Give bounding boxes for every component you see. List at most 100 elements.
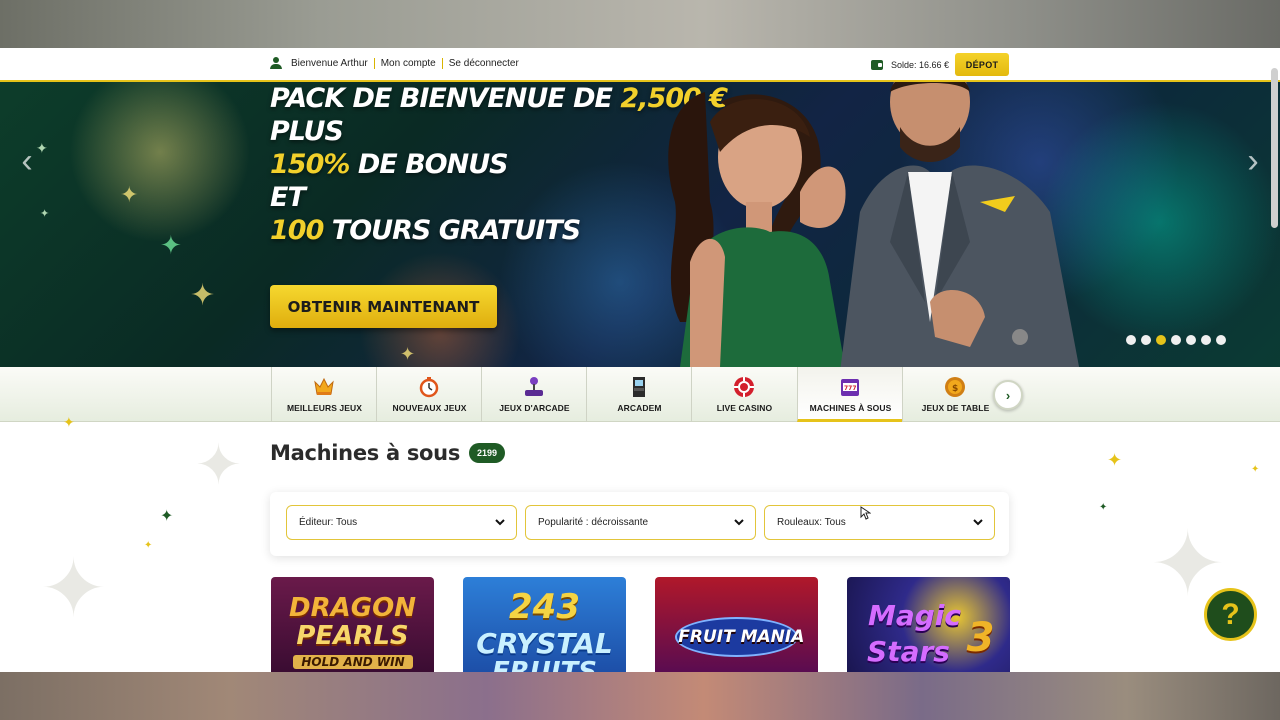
coin-icon: $ <box>945 377 965 397</box>
deposit-button[interactable]: DÉPOT <box>955 53 1010 76</box>
game-title-line3: HOLD AND WIN <box>293 655 413 669</box>
video-letterbox-bottom <box>0 672 1280 720</box>
game-title-line1: 243 <box>509 587 580 627</box>
banner-prev-arrow[interactable]: ‹ <box>14 144 40 178</box>
category-label: LIVE CASINO <box>716 403 773 413</box>
reels-select-value: Rouleaux: Tous <box>777 517 846 528</box>
chevron-down-icon <box>495 519 505 526</box>
category-label: MACHINES À SOUS <box>809 403 892 413</box>
promo-banner[interactable]: ✦ ✦ ✦ ✦ ✦ ✦ ‹ › PACK DE BIENVENUE DE 2,5… <box>0 82 1280 367</box>
category-arcade-games[interactable]: JEUX D'ARCADE <box>481 367 586 422</box>
stopwatch-icon <box>419 377 439 398</box>
category-label: NOUVEAUX JEUX <box>392 403 467 413</box>
chevron-down-icon <box>973 519 983 526</box>
publisher-select[interactable]: Éditeur: Tous <box>286 505 517 540</box>
svg-text:777: 777 <box>844 385 857 392</box>
mouse-cursor-icon <box>860 506 871 520</box>
banner-next-arrow[interactable]: › <box>1240 144 1266 178</box>
divider <box>373 57 375 69</box>
poker-chip-icon <box>734 377 754 397</box>
game-tile-magic-stars-3[interactable]: Magic Stars 3 <box>847 577 1010 672</box>
category-slots[interactable]: 777 MACHINES À SOUS <box>797 367 902 422</box>
slide-dot[interactable] <box>1141 335 1151 345</box>
balance-text: Solde: 16.66 € <box>891 59 950 70</box>
game-title-line2: PEARLS <box>296 621 409 651</box>
logout-link[interactable]: Se déconnecter <box>449 58 519 69</box>
sparkle-icon: ✦ <box>400 344 416 364</box>
user-links: Bienvenue Arthur Mon compte Se déconnect… <box>270 57 519 69</box>
category-label: JEUX D'ARCADE <box>499 403 570 413</box>
account-link[interactable]: Mon compte <box>381 58 436 69</box>
publisher-select-value: Éditeur: Tous <box>299 517 358 528</box>
sparkle-icon: ✦ <box>160 230 182 260</box>
category-new-games[interactable]: NOUVEAUX JEUX <box>376 367 481 422</box>
slide-dot[interactable] <box>1126 335 1136 345</box>
section-header: Machines à sous 2199 <box>270 441 506 465</box>
background-star-icon: ✦ <box>40 544 108 633</box>
section-title: Machines à sous <box>270 441 461 465</box>
slide-dot[interactable] <box>1216 335 1226 345</box>
claim-now-button[interactable]: OBTENIR MAINTENANT <box>270 285 497 328</box>
page-scrollbar[interactable] <box>1271 68 1278 228</box>
crown-icon <box>314 377 334 395</box>
sparkle-icon: ✦ <box>40 208 50 220</box>
wallet-icon <box>871 59 883 70</box>
game-tile-crystal-fruits[interactable]: 243 CRYSTAL FRUITS <box>463 577 626 672</box>
slide-dot[interactable] <box>1201 335 1211 345</box>
slot-machine-icon: 777 <box>841 379 859 396</box>
slide-dot[interactable] <box>1186 335 1196 345</box>
sparkle-icon: ✦ <box>190 279 216 312</box>
game-title-line2: MANIA <box>740 627 805 647</box>
category-label: MEILLEURS JEUX <box>286 403 363 413</box>
arcade-machine-icon <box>633 377 645 397</box>
game-title-line3: FRUITS <box>491 657 598 672</box>
slide-dot-active[interactable] <box>1156 335 1166 345</box>
popularity-select[interactable]: Popularité : décroissante <box>525 505 756 540</box>
headline-line1: PACK DE BIENVENUE DE <box>270 83 621 114</box>
headline-line3: DE BONUS <box>349 149 509 180</box>
category-best-games[interactable]: MEILLEURS JEUX <box>271 367 376 422</box>
category-next-button[interactable]: › <box>993 380 1023 410</box>
divider <box>441 57 443 69</box>
man-model-image <box>840 82 1080 367</box>
user-bar: Bienvenue Arthur Mon compte Se déconnect… <box>0 48 1280 82</box>
help-button[interactable]: ? <box>1204 588 1257 641</box>
chevron-right-icon: › <box>1005 387 1011 403</box>
category-label: ARCADEM <box>617 403 662 413</box>
joystick-icon <box>525 377 543 396</box>
sparkle-icon: ✦ <box>1251 464 1260 475</box>
banner-pagination <box>1126 335 1226 345</box>
svg-text:$: $ <box>952 384 958 394</box>
category-arcadem[interactable]: ARCADEM <box>586 367 691 422</box>
game-tile-dragon-pearls[interactable]: DRAGON PEARLS HOLD AND WIN <box>271 577 434 672</box>
category-table-games[interactable]: $ JEUX DE TABLE <box>902 367 1007 422</box>
popularity-select-value: Popularité : décroissante <box>538 517 649 528</box>
games-count-badge: 2199 <box>469 443 506 463</box>
sparkle-icon: ✦ <box>1107 450 1123 470</box>
browser-viewport: Bienvenue Arthur Mon compte Se déconnect… <box>0 48 1280 672</box>
sparkle-icon: ✦ <box>160 508 174 525</box>
sparkle-icon: ✦ <box>1099 502 1108 513</box>
game-title-line1: DRAGON <box>289 593 416 623</box>
sparkle-icon: ✦ <box>63 414 75 430</box>
game-title-line2: CRYSTAL <box>476 627 613 660</box>
slide-dot[interactable] <box>1171 335 1181 345</box>
free-spins-count: 100 <box>270 215 324 246</box>
category-nav: MEILLEURS JEUX NOUVEAUX JEUX JEUX D'ARCA… <box>0 367 1280 422</box>
bonus-percent: 150% <box>270 149 350 180</box>
slots-section: ✦ ✦ ✦ ✦ ✦ ✦ ✦ ✦ ✦ Machines à sous 2199 É… <box>0 414 1280 672</box>
filter-panel: Éditeur: Tous Popularité : décroissante … <box>270 492 1009 556</box>
headline-line5: TOURS GRATUITS <box>323 215 581 246</box>
reels-select[interactable]: Rouleaux: Tous <box>764 505 995 540</box>
video-letterbox-top <box>0 0 1280 48</box>
sparkle-icon: ✦ <box>144 540 153 551</box>
balance-area: Solde: 16.66 € DÉPOT <box>871 53 1010 76</box>
chevron-down-icon <box>734 519 744 526</box>
game-title-line3: 3 <box>966 615 995 661</box>
game-tile-fruit-mania[interactable]: FRUIT MANIA <box>655 577 818 672</box>
category-live-casino[interactable]: LIVE CASINO <box>691 367 796 422</box>
sparkle-icon: ✦ <box>120 182 139 207</box>
user-icon <box>270 57 282 69</box>
welcome-text: Bienvenue Arthur <box>291 57 368 69</box>
background-star-icon: ✦ <box>195 433 242 496</box>
